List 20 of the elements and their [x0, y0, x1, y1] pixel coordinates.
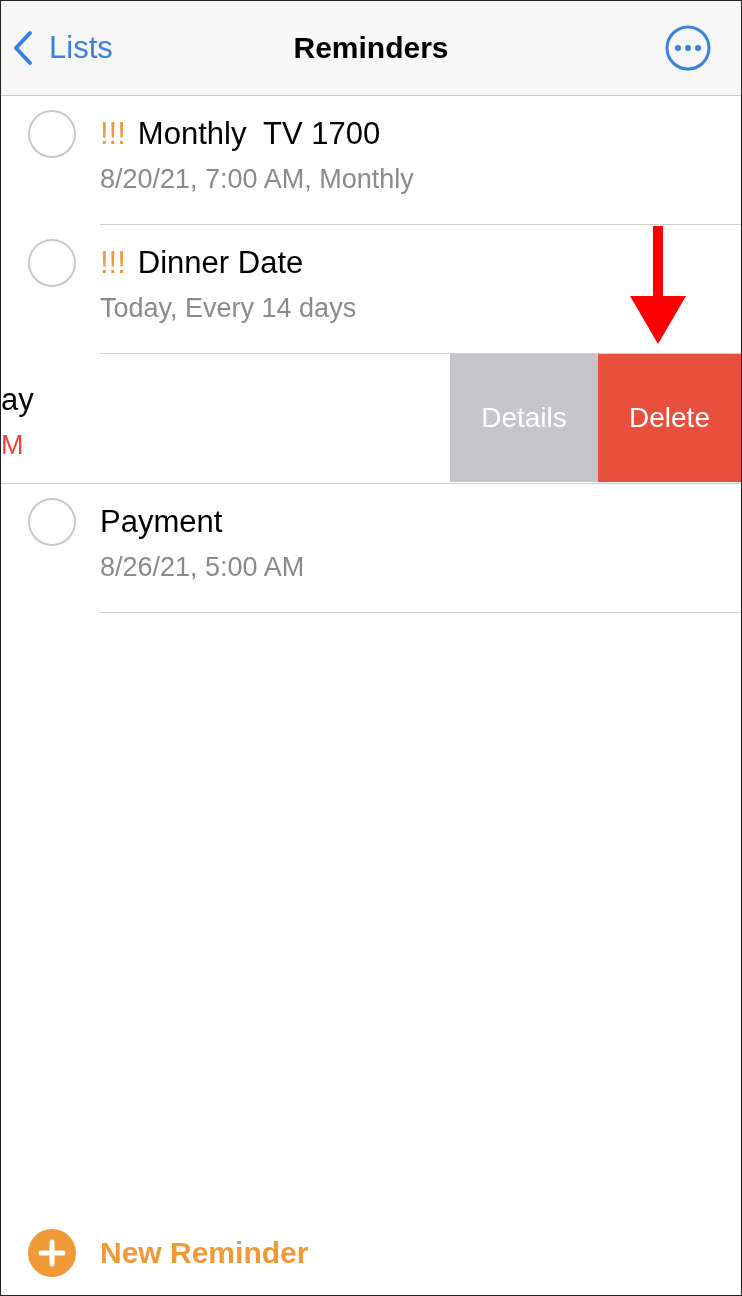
reminder-title: ay: [1, 382, 34, 418]
back-chevron-icon: [13, 30, 33, 66]
back-button[interactable]: Lists: [13, 30, 113, 66]
delete-button[interactable]: Delete: [598, 354, 741, 482]
plus-icon: [28, 1229, 76, 1277]
reminder-date: 8/20/21, 7:00 AM, Monthly: [100, 164, 415, 195]
completion-circle[interactable]: [28, 239, 76, 287]
priority-mark: !!!: [100, 245, 126, 281]
priority-mark: !!!: [100, 116, 126, 152]
reminder-title: Payment: [100, 504, 223, 540]
completion-circle[interactable]: [28, 110, 76, 158]
more-icon[interactable]: [665, 25, 711, 71]
new-reminder-button[interactable]: New Reminder: [1, 1229, 309, 1295]
reminder-date: Today, Every 14 days: [100, 293, 358, 324]
reminder-date: 8/26/21, 5:00 AM: [100, 552, 306, 583]
nav-title: Reminders: [293, 31, 449, 65]
reminder-title: Monthly TV 1700: [137, 116, 381, 152]
reminder-date: M: [1, 430, 24, 461]
reminder-title: Dinner Date: [137, 245, 304, 281]
completion-circle[interactable]: [28, 498, 76, 546]
